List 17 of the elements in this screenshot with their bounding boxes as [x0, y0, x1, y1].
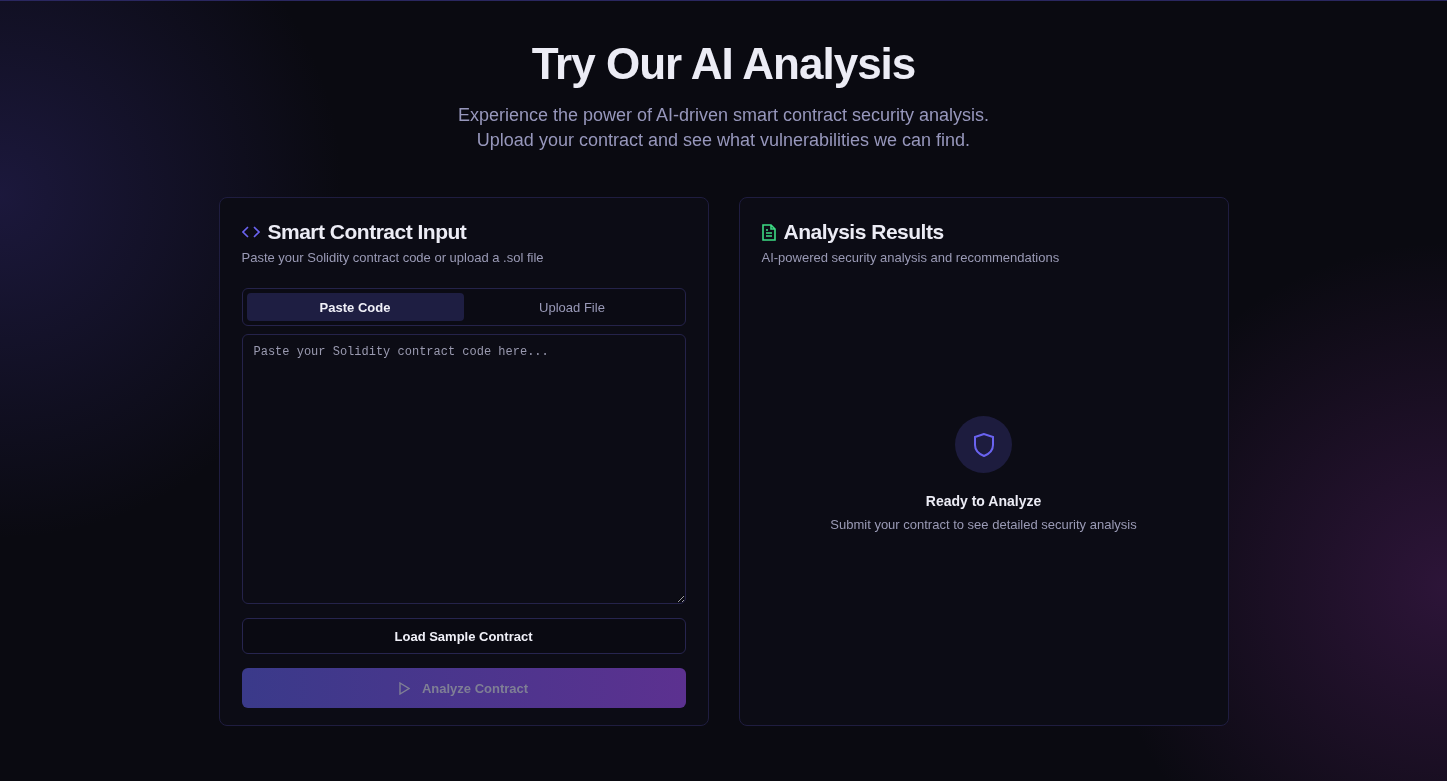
code-input-field[interactable]: Paste your Solidity contract code here... [241, 334, 686, 604]
page-title: Try Our AI Analysis [531, 39, 916, 89]
card-title: Analysis Results [783, 220, 944, 244]
empty-state-title: Ready to Analyze [925, 493, 1042, 509]
tab[interactable]: Paste Code [246, 293, 464, 321]
subtitle-line: Experience the power of AI-driven smart contract security analysis. [457, 104, 990, 127]
card-title: Smart Contract Input [267, 220, 467, 244]
tab[interactable]: Upload File [463, 293, 681, 321]
card-description: Paste your Solidity contract code or upload a .sol file [241, 250, 545, 265]
load-sample-button[interactable]: Load Sample Contract [241, 618, 686, 654]
document-icon [761, 223, 776, 241]
subtitle-line: Upload your contract and see what vulnerabilities we can find. [476, 129, 971, 152]
empty-state-message: Submit your contract to see detailed security analysis [830, 517, 1137, 532]
card-description: AI-powered security analysis and recommendations [761, 250, 1061, 265]
play-icon [398, 681, 410, 695]
shield-icon [955, 416, 1012, 473]
code-icon [241, 226, 260, 238]
